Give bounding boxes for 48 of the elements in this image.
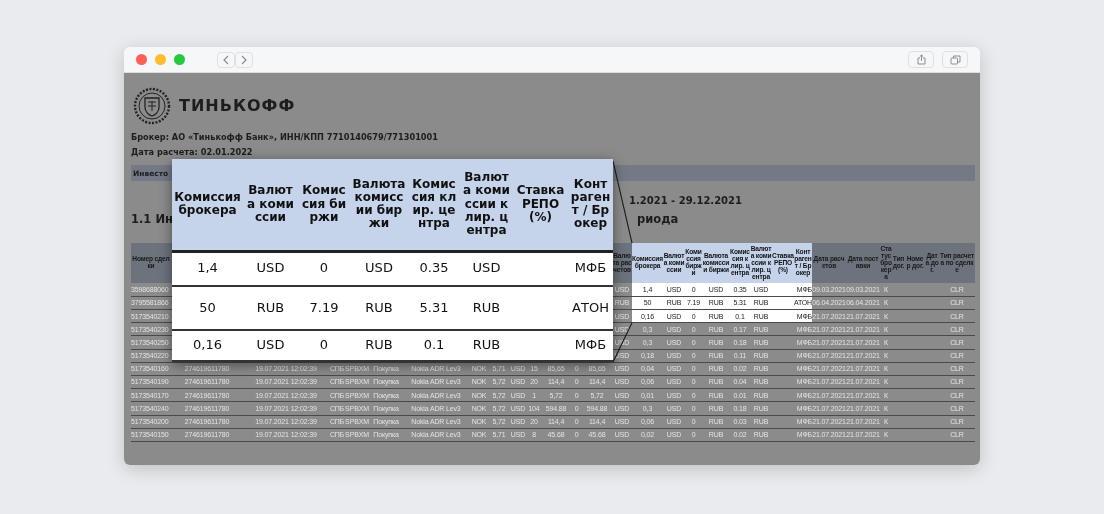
table-cell: RUB xyxy=(350,330,408,361)
tabs-icon xyxy=(949,54,961,65)
tabs-button[interactable] xyxy=(942,51,968,68)
column-header: Валюта комиссии xyxy=(243,159,298,251)
column-header: Комиссия клир. центра xyxy=(408,159,460,251)
table-cell: USD xyxy=(460,251,513,286)
table-cell: 0 xyxy=(298,330,350,361)
zoom-button[interactable] xyxy=(174,54,185,65)
logo-emblem-icon xyxy=(133,87,171,125)
table-cell: RUB xyxy=(460,286,513,330)
table-cell: 0,16 xyxy=(172,330,243,361)
table-cell: 50 xyxy=(172,286,243,330)
broker-info: Брокер: АО «Тинькофф Банк», ИНН/КПП 7710140679/771301001 xyxy=(131,133,439,142)
table-cell: 7.19 xyxy=(298,286,350,330)
share-icon xyxy=(916,54,926,65)
report-period: 1.2021 - 29.12.2021 xyxy=(629,195,742,207)
table-cell: АТОН xyxy=(568,286,613,330)
table-cell: МФБ xyxy=(568,251,613,286)
table-cell: 0 xyxy=(298,251,350,286)
column-header: Ставка РЕПО (%) xyxy=(513,159,568,251)
table-cell: USD xyxy=(350,251,408,286)
chevron-left-icon xyxy=(223,54,229,65)
calculation-date: Дата расчета: 02.01.2022 xyxy=(131,148,254,157)
table-cell: 0.1 xyxy=(408,330,460,361)
column-header: Валюта комиссии клир. центра xyxy=(460,159,513,251)
table-cell: МФБ xyxy=(568,330,613,361)
column-header: Контрагент / Брокер xyxy=(568,159,613,251)
table-cell: 0.35 xyxy=(408,251,460,286)
column-header: Комиссия брокера xyxy=(172,159,243,251)
table-cell: 1,4 xyxy=(172,251,243,286)
back-button[interactable] xyxy=(217,51,235,68)
table-cell: 5.31 xyxy=(408,286,460,330)
share-button[interactable] xyxy=(908,51,934,68)
table-cell: RUB xyxy=(460,330,513,361)
table-cell: RUB xyxy=(243,286,298,330)
forward-button[interactable] xyxy=(235,51,253,68)
table-cell: USD xyxy=(243,330,298,361)
section-heading: риода xyxy=(637,212,679,227)
table-cell: RUB xyxy=(350,286,408,330)
column-header: Валюта комиссии биржи xyxy=(350,159,408,251)
leader-line xyxy=(612,322,633,363)
column-header: Комиссия биржи xyxy=(298,159,350,251)
table-cell: USD xyxy=(243,251,298,286)
section-heading: 1.1 Ин xyxy=(131,212,173,227)
minimize-button[interactable] xyxy=(155,54,166,65)
close-button[interactable] xyxy=(136,54,147,65)
logo-text: ТИНЬКОФФ xyxy=(179,95,296,117)
chevron-right-icon xyxy=(241,54,247,65)
